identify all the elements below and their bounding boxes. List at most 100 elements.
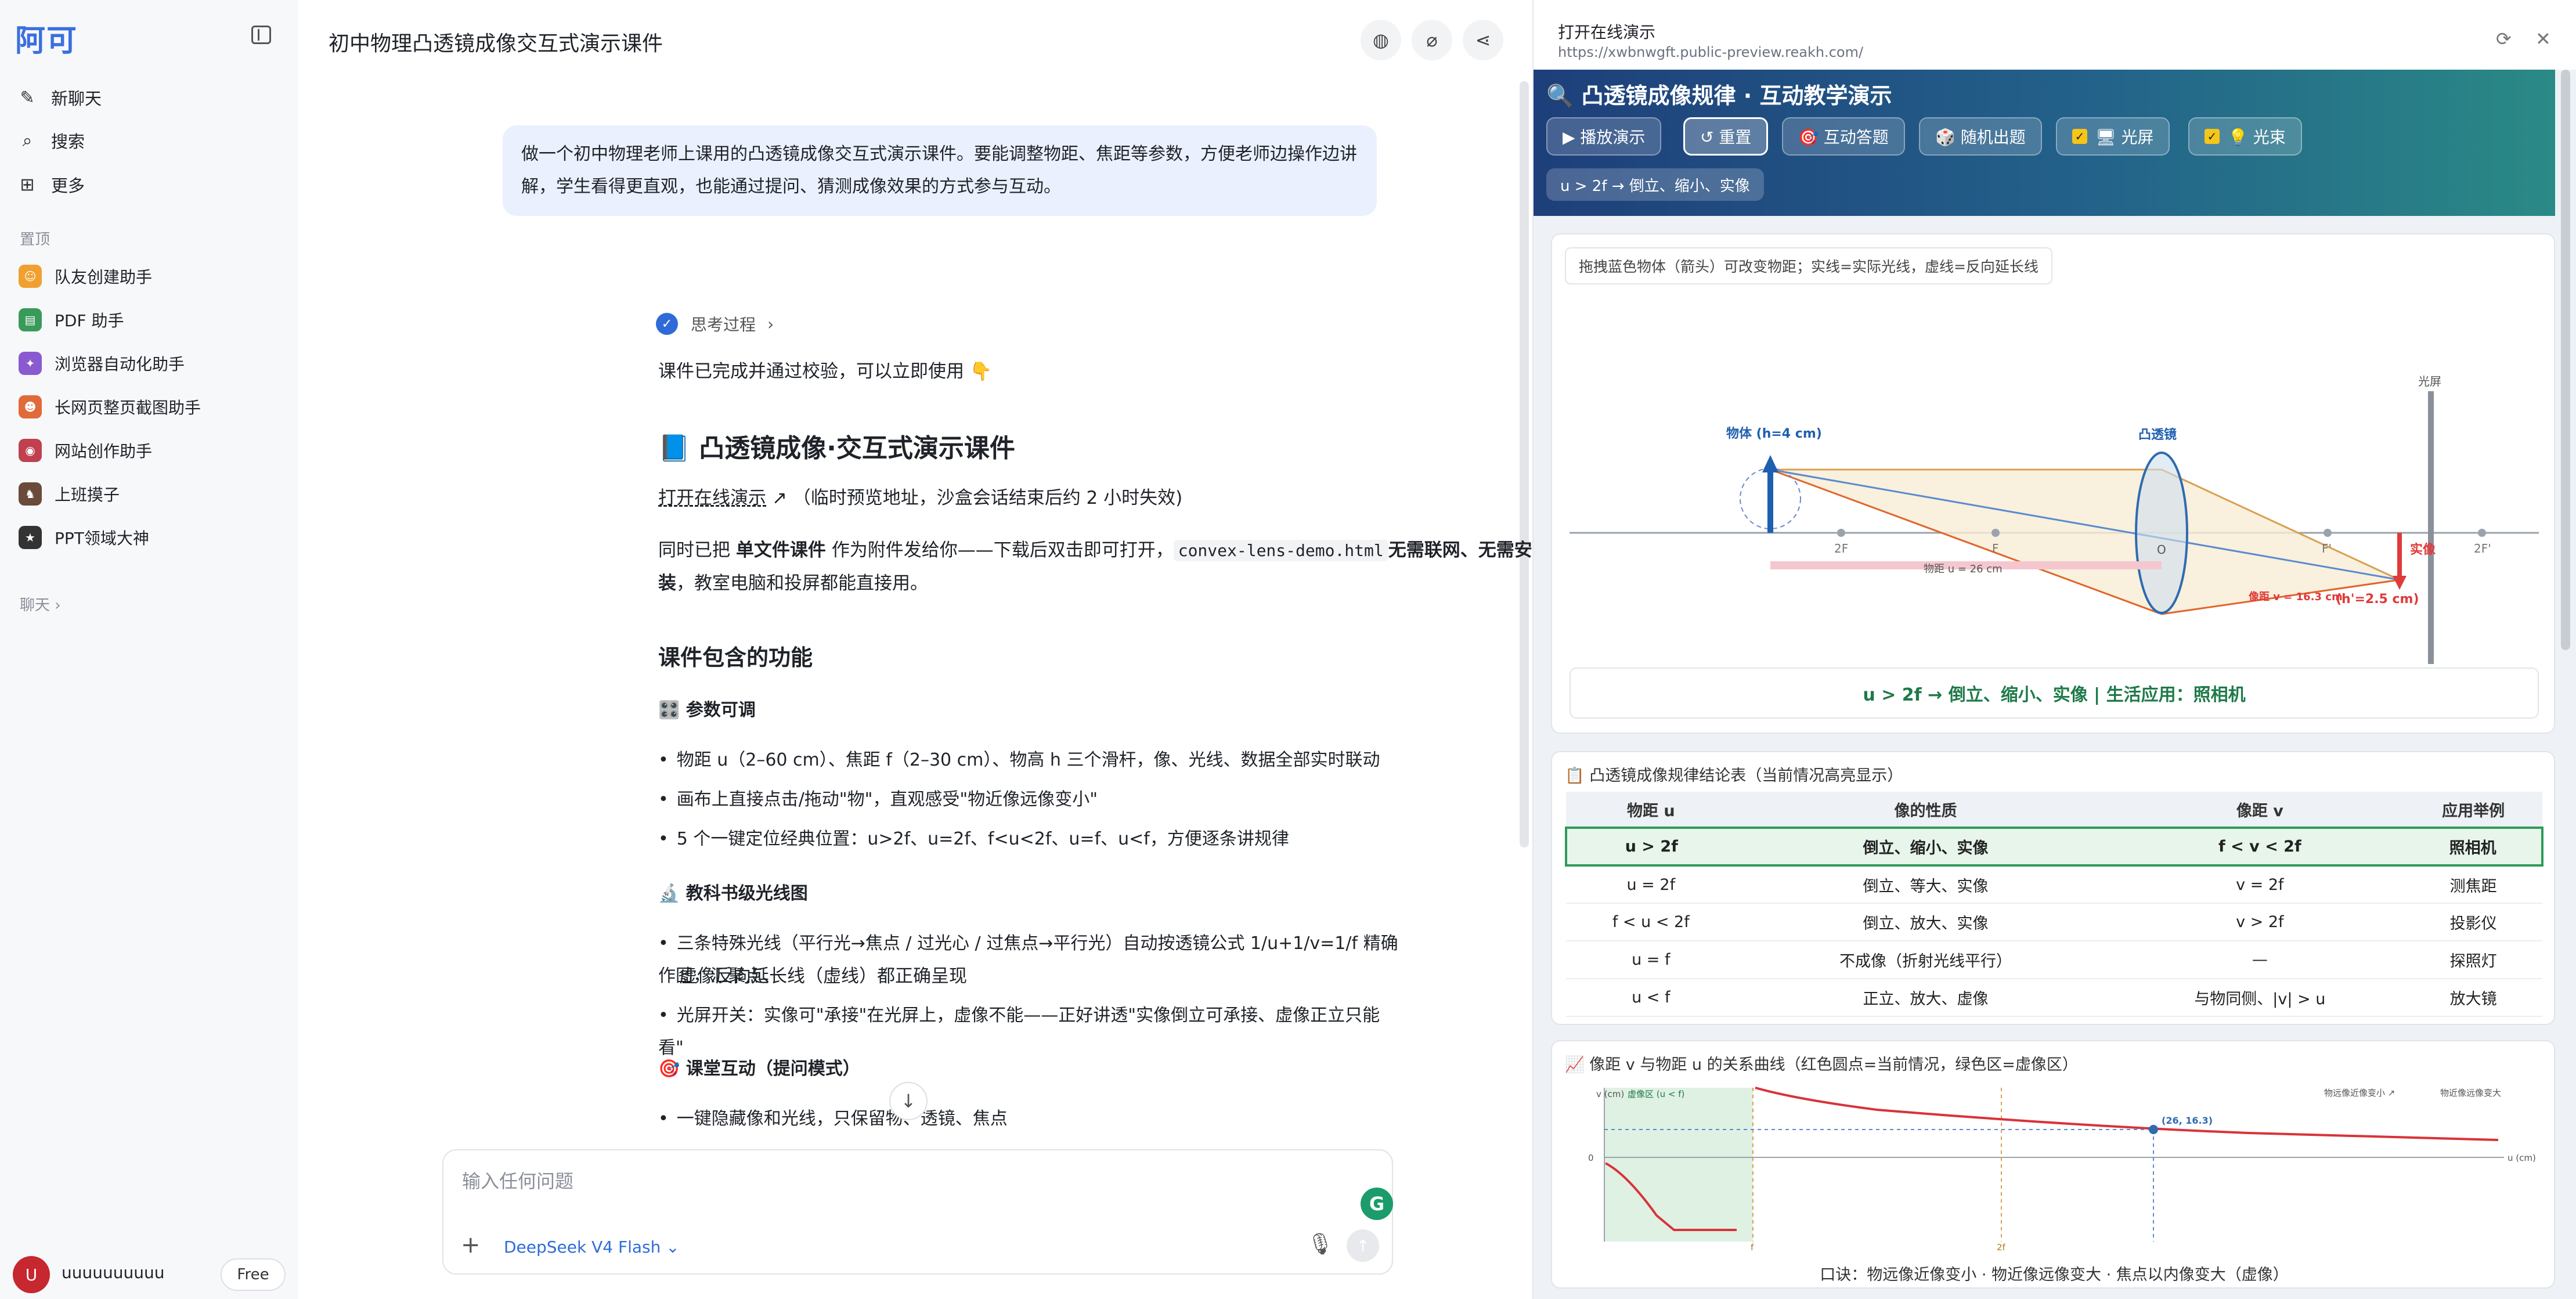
pinned-item-label: PPT领域大神 [55,529,149,548]
current-point-label: (26, 16.3) [2162,1115,2213,1126]
preview-title: 打开在线演示 [1558,23,1656,42]
mnemonic: 口诀：物远像近像变小 · 物近像远像变大 · 焦点以内像变大（虚像） [1820,1266,2289,1284]
state-chip: u > 2f → 倒立、缩小、实像 [1546,168,1764,201]
tick-f: F [1992,542,1999,555]
random-question-button[interactable]: 🎲 随机出题 [1919,117,2042,156]
checkbox-checked-icon: ✓ [2205,129,2220,144]
rules-table: 物距 u 像的性质 像距 v 应用举例 u > 2f 倒立、缩小、实像 f < … [1565,792,2543,1017]
f-tick: f [1751,1242,1754,1253]
pinned-item[interactable]: ☺ 队友创建助手 [19,259,152,294]
check-icon: ✓ [656,313,678,335]
table-cell: v = 2f [2115,865,2405,904]
table-cell: v > 2f [2115,903,2405,941]
table-cell: 探照灯 [2404,941,2542,979]
composer-placeholder[interactable]: 输入任何问题 [462,1167,573,1193]
screen-toggle[interactable]: ✓ 🖥 光屏 [2056,117,2170,156]
plan-badge[interactable]: Free [221,1258,286,1291]
pinned-item[interactable]: ▤ PDF 助手 [19,302,124,337]
sidebar-toggle-icon[interactable] [251,26,271,44]
nav-more[interactable]: ⊞ 更多 [17,167,85,202]
u-label: 物距 u = 26 cm [1924,563,2003,575]
object-arrow-head[interactable] [1762,455,1778,472]
bot-avatar-icon: ✦ [19,352,42,375]
table-cell: 照相机 [2404,827,2543,867]
user-avatar[interactable]: U [13,1256,50,1293]
feature-section-title: 🔬 教科书级光线图 [658,883,808,904]
twof-tick: 2f [1997,1242,2006,1253]
attachment-paragraph: 同时已把 单文件课件 作为附件发给你——下载后双击即可打开， convex-len… [658,534,1564,600]
open-demo-link[interactable]: 打开在线演示 [658,488,766,508]
bot-avatar-icon: ▤ [19,308,42,331]
uv-graph-svg: (26, 16.3) v (cm) 虚像区 (u < f) 0 u (cm) f… [1588,1087,2536,1253]
composer[interactable]: 输入任何问题 + DeepSeek V4 Flash ⌄ 🎙 ↑ [442,1149,1393,1275]
virtual-zone-label: 虚像区 (u < f) [1628,1089,1684,1099]
send-button[interactable]: ↑ [1347,1229,1379,1262]
table-header: 应用举例 [2404,792,2542,828]
thinking-toggle[interactable]: ✓ 思考过程 › [656,312,774,335]
image-height-label: (h'=2.5 cm) [2336,592,2419,607]
toggle-label: 💡 光束 [2228,128,2286,147]
demo-scrollbar[interactable] [2561,70,2570,650]
table-cell: u = 2f [1566,865,1736,904]
plus-icon[interactable]: + [461,1232,481,1258]
table-row-highlighted: u > 2f 倒立、缩小、实像 f < v < 2f 照相机 [1565,827,2543,867]
close-icon[interactable]: ✕ [2535,28,2551,50]
pinned-item[interactable]: ♞ 上班摸子 [19,477,120,511]
user-message-bubble: 做一个初中物理老师上课用的凸透镜成像交互式演示课件。要能调整物距、焦距等参数，方… [503,125,1377,216]
table-cell: u < f [1566,979,1736,1017]
tick-f-prime: F' [2322,542,2332,555]
quiz-button[interactable]: 🎯 互动答题 [1782,117,1905,156]
focal-point-2f-prime [2478,529,2486,537]
feature-section-title: 🎯 课堂互动（提问模式） [658,1059,860,1079]
chat-scrollbar[interactable] [1520,81,1529,847]
nav-new-chat[interactable]: ✎ 新聊天 [17,80,102,115]
chat-pane: 初中物理凸透镜成像交互式演示课件 ◍ ⌀ ⋖ 做一个初中物理老师上课用的凸透镜成… [298,0,1532,1299]
grid-icon: ⊞ [20,174,35,195]
feature-item: 物距 u（2–60 cm）、焦距 f（2–30 cm）、物高 h 三个滑杆，像、… [658,744,1380,777]
table-header: 像的性质 [1736,792,2116,828]
convex-lens [2135,452,2188,614]
scroll-down-icon[interactable]: ↓ [889,1082,928,1120]
focal-point-2f [1837,529,1845,537]
play-demo-button[interactable]: ▶ 播放演示 [1546,117,1662,156]
table-cell: 投影仪 [2404,903,2542,941]
model-selector[interactable]: DeepSeek V4 Flash ⌄ [504,1237,680,1257]
nav-search[interactable]: ⌕ 搜索 [17,123,85,158]
feature-item: 画布上直接点击/拖动"物"，直观感受"物近像远像变小" [658,784,1098,816]
pinned-item[interactable]: ☻ 长网页整页截图助手 [19,389,201,424]
feature-section-title: 🎛️ 参数可调 [658,700,756,720]
reset-button[interactable]: ↺ 重置 [1683,117,1769,156]
chevron-down-icon: ⌄ [661,1237,680,1257]
chats-section-toggle[interactable]: 聊天 › [20,593,61,615]
table-row: u = 2f 倒立、等大、实像 v = 2f 测焦距 [1566,865,2542,904]
external-link-icon: ↗ [771,488,793,508]
demo-app: 🔍 凸透镜成像规律 · 互动教学演示 ▶ 播放演示 ↺ 重置 🎯 互动答题 🎲 … [1534,70,2576,1299]
pinned-item-label: 队友创建助手 [55,268,153,287]
grammar-extension-icon[interactable]: G [1361,1188,1393,1220]
pinned-item[interactable]: ◉ 网站创作助手 [19,433,152,468]
sidebar: 阿可 ✎ 新聊天 ⌕ 搜索 ⊞ 更多 置顶 ☺ 队友创建助手 ▤ PDF 助手 … [0,0,298,1299]
features-heading: 课件包含的功能 [658,645,813,670]
bot-avatar-icon: ☻ [19,395,42,418]
ray-diagram-svg[interactable]: 物体 (h=4 cm) 凸透镜 光屏 实像 2F F O F' 2F' 物距 u… [1552,293,2556,664]
pinned-item-label: 长网页整页截图助手 [55,398,201,417]
beam-toggle[interactable]: ✓ 💡 光束 [2188,117,2302,156]
share-icon[interactable]: ⋖ [1463,20,1503,60]
rules-table-card: 📋 凸透镜成像规律结论表（当前情况高亮显示） 物距 u 像的性质 像距 v 应用… [1551,751,2555,1025]
preview-url[interactable]: https://xwbnwgft.public-preview.reakh.co… [1558,44,1863,60]
table-cell: u > 2f [1565,827,1736,867]
uv-graph-card: 📈 像距 v 与物距 u 的关系曲线（红色圆点=当前情况，绿色区=虚像区） (2… [1551,1040,2555,1289]
edit-icon: ✎ [20,87,35,108]
microphone-icon[interactable]: 🎙 [1307,1232,1334,1256]
attachment-icon[interactable]: ⌀ [1412,20,1452,60]
pinned-item-label: 网站创作助手 [55,442,153,461]
table-cell: 倒立、等大、实像 [1736,865,2116,904]
refresh-icon[interactable]: ⟳ [2496,28,2512,50]
pinned-section-label: 置顶 [20,231,50,248]
chevron-right-icon: › [767,314,774,334]
table-cell: 不成像（折射光线平行） [1736,941,2116,979]
table-cell: 与物同侧、|v| > u [2115,979,2405,1017]
pinned-item[interactable]: ✦ 浏览器自动化助手 [19,346,185,381]
table-cell: 放大镜 [2404,979,2542,1017]
pinned-item[interactable]: ★ PPT领域大神 [19,520,149,555]
